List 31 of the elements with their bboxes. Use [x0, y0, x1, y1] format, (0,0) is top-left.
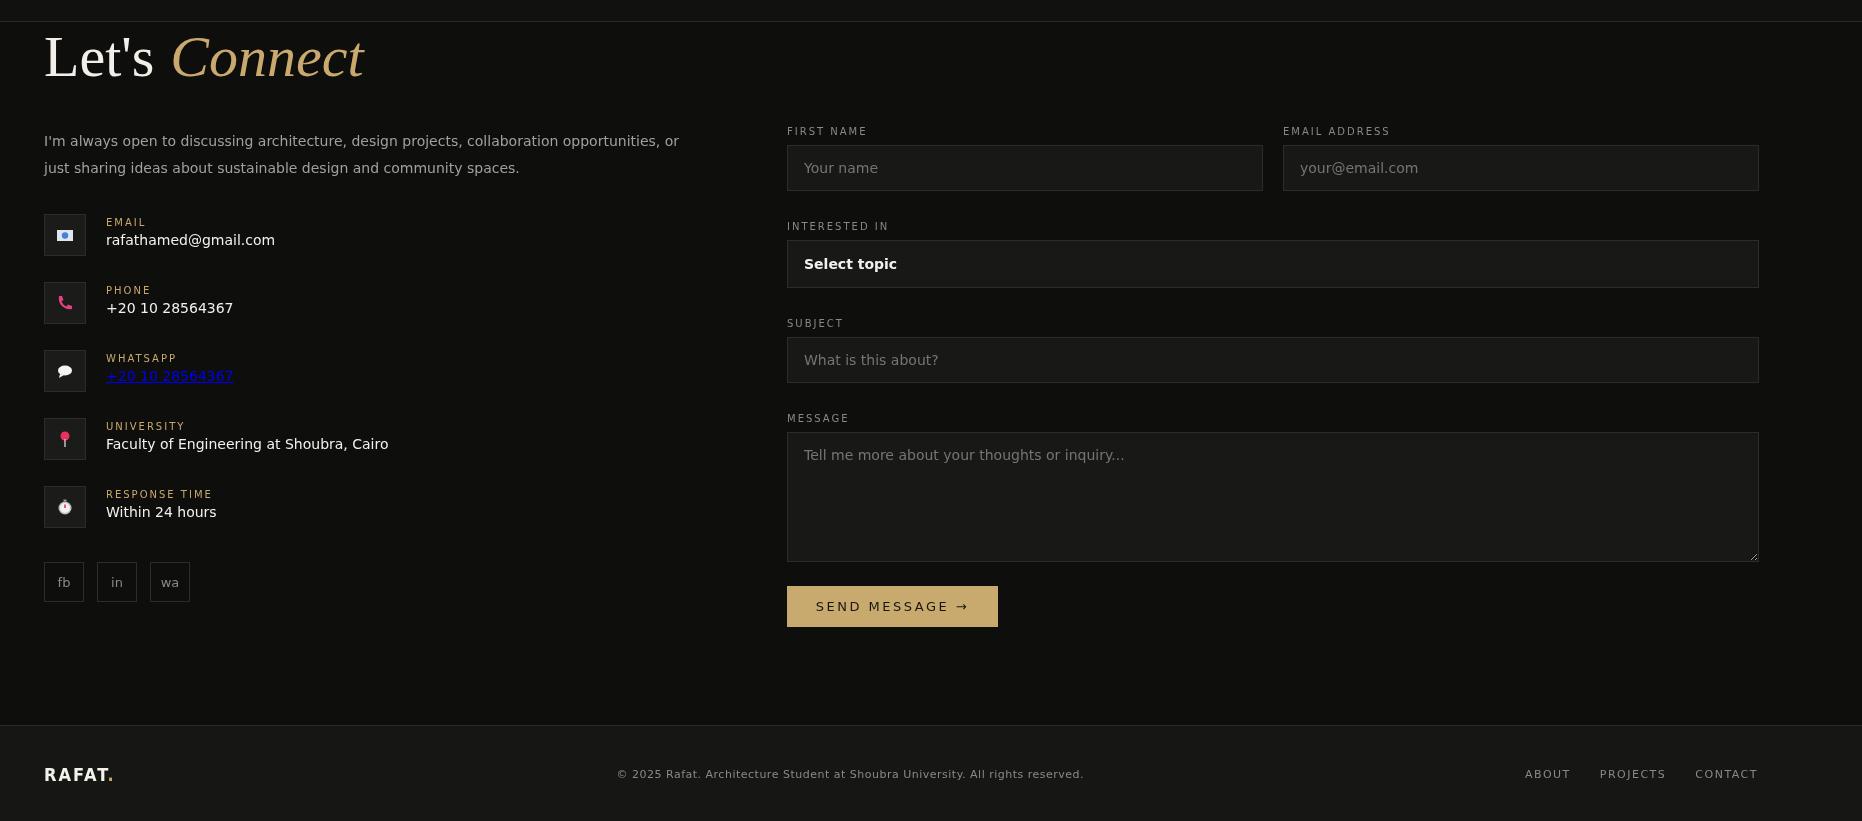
social-button[interactable]: wa — [150, 562, 190, 602]
field-label: INTERESTED IN — [787, 221, 891, 232]
contact-label: WHATSAPP — [106, 353, 178, 364]
heading-accent: Connect — [170, 26, 364, 88]
topic-dropdown[interactable]: Select topic — [787, 240, 1759, 288]
footer-link[interactable]: PROJECTS — [1599, 767, 1667, 781]
contact-label: UNIVERSITY — [106, 421, 187, 432]
field-label: FIRST NAME — [787, 126, 869, 137]
contact-value: Within 24 hours — [106, 504, 217, 520]
field-label: SUBJECT — [787, 318, 845, 329]
footer-link[interactable]: ABOUT — [1525, 767, 1571, 781]
contact-value: rafathamed@gmail.com — [106, 232, 276, 248]
heading: Let's — [44, 26, 155, 88]
input-field[interactable]: your@email.com — [1283, 145, 1759, 191]
contact-label: EMAIL — [106, 217, 148, 228]
contact-label: RESPONSE TIME — [106, 489, 214, 500]
field-label: MESSAGE — [787, 413, 851, 424]
send-button[interactable]: SEND MESSAGE → — [787, 586, 998, 627]
field-label: EMAIL ADDRESS — [1283, 126, 1392, 137]
contact-label: PHONE — [106, 285, 153, 296]
social-button[interactable]: fb — [44, 562, 84, 602]
input-field[interactable]: What is this about? — [787, 337, 1759, 383]
contact-value: Faculty of Engineering at Shoubra, Cairo — [106, 436, 389, 452]
copyright-text: © 2025 Rafat. Architecture Student at Shoubra University. All rights reserved. — [616, 767, 1085, 781]
input-field[interactable]: Your name — [787, 145, 1263, 191]
message-field[interactable]: Tell me more about your thoughts or inquiry... — [787, 432, 1759, 562]
footer-link[interactable]: CONTACT — [1695, 767, 1758, 781]
intro-paragraph: I'm always open to discussing architecture, design projects, collaboration opportunities, or just sharing ideas about sustainable design and community spaces. — [44, 132, 681, 178]
social-button[interactable]: in — [97, 562, 137, 602]
logo: RAFAT. — [44, 763, 116, 785]
contact-value: +20 10 28564367 — [106, 300, 234, 316]
